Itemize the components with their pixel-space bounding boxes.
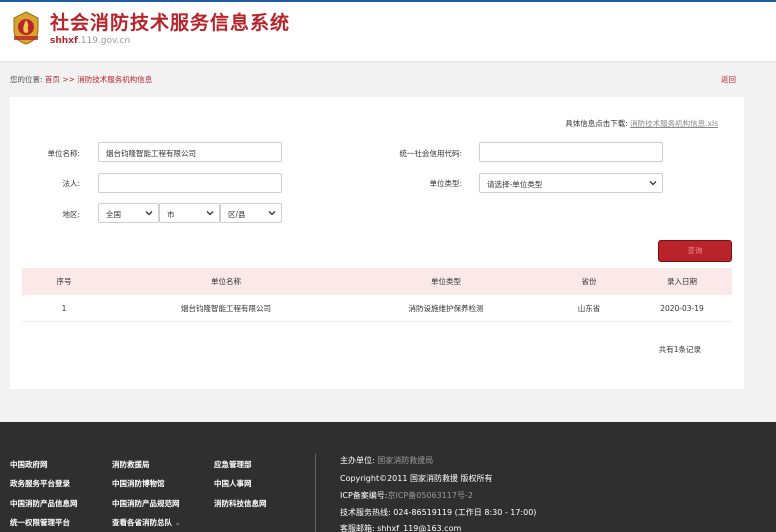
chevron-down-icon: ⌄ xyxy=(174,518,181,527)
unit-type-select[interactable]: 请选择-单位类型 xyxy=(479,173,663,193)
download-xls-link[interactable]: 消防技术服务机构信息.xls xyxy=(630,119,718,128)
breadcrumb-bar: 您的位置: 首页 >> 消防技术服务机构信息 返回 xyxy=(0,62,776,94)
chevron-down-icon xyxy=(649,181,657,186)
footer-icp: ICP备案编号:京ICP备05063117号-2 xyxy=(340,491,473,500)
unit-name-label: 单位名称: xyxy=(47,149,80,158)
cell-index: 1 xyxy=(61,304,67,313)
column-header-unit-type: 单位类型 xyxy=(431,277,461,286)
breadcrumb: 您的位置: 首页 >> 消防技术服务机构信息 xyxy=(10,74,152,85)
footer-copyright: Copyright©2011 国家消防救援 版权所有 xyxy=(340,474,493,483)
cell-entry-date: 2020-03-19 xyxy=(660,304,704,313)
query-button[interactable]: 查询 xyxy=(658,240,732,262)
region-city-value: 市 xyxy=(167,210,175,219)
footer-link-tech-info[interactable]: 消防科技信息网 xyxy=(214,498,267,509)
region-city-select[interactable]: 市 xyxy=(159,203,220,223)
unit-type-label: 单位类型: xyxy=(429,179,462,188)
download-line: 具体信息点击下载: 消防技术服务机构信息.xls xyxy=(565,118,718,129)
region-country-value: 全国 xyxy=(106,210,121,219)
region-label: 地区: xyxy=(62,210,80,219)
fire-emblem-icon xyxy=(13,11,39,45)
footer-link-personnel[interactable]: 中国人事网 xyxy=(214,478,252,489)
footer-link-emergency[interactable]: 应急管理部 xyxy=(214,459,252,470)
footer-link-museum[interactable]: 中国消防博物馆 xyxy=(112,478,165,489)
site-footer: 中国政府网 政务服务平台登录 中国消防产品信息网 统一权限管理平台 消防救援局 … xyxy=(0,422,776,532)
cell-unit-name[interactable]: 烟台钧隆智能工程有限公司 xyxy=(106,295,346,322)
footer-link-service-login[interactable]: 政务服务平台登录 xyxy=(10,478,70,489)
site-title: 社会消防技术服务信息系统 xyxy=(50,12,291,34)
back-link[interactable]: 返回 xyxy=(721,74,736,85)
cell-province: 山东省 xyxy=(577,304,601,313)
site-header: 社会消防技术服务信息系统 shhxf.119.gov.cn xyxy=(0,2,776,62)
column-header-entry-date: 录入日期 xyxy=(667,277,697,286)
footer-link-product-info[interactable]: 中国消防产品信息网 xyxy=(10,498,78,509)
table-row[interactable]: 1 烟台钧隆智能工程有限公司 消防设施维护保养检测 山东省 2020-03-19 xyxy=(22,295,732,322)
search-panel: 具体信息点击下载: 消防技术服务机构信息.xls 单位名称: 烟台钧隆智能工程有… xyxy=(10,97,744,389)
region-district-value: 区/县 xyxy=(228,210,246,219)
cell-unit-type: 消防设施维护保养检测 xyxy=(408,304,484,313)
region-district-select[interactable]: 区/县 xyxy=(220,203,282,223)
column-header-index: 序号 xyxy=(56,277,72,286)
download-label: 具体信息点击下载: xyxy=(565,119,628,128)
breadcrumb-current[interactable]: 消防技术服务机构信息 xyxy=(77,75,152,84)
legal-person-input[interactable] xyxy=(98,173,282,193)
unit-name-input[interactable]: 烟台钧隆智能工程有限公司 xyxy=(98,142,282,162)
breadcrumb-home-link[interactable]: 首页 xyxy=(45,75,60,84)
footer-link-auth-platform[interactable]: 统一权限管理平台 xyxy=(10,517,70,528)
results-table: 序号 单位名称 单位类型 省份 录入日期 1 烟台钧隆智能工程有限公司 消防设施… xyxy=(22,268,732,322)
legal-person-label: 法人: xyxy=(62,179,80,188)
table-header-row: 序号 单位名称 单位类型 省份 录入日期 xyxy=(22,268,732,295)
footer-link-provincial-teams[interactable]: 查看各省消防总队 ⌄ xyxy=(112,517,181,528)
credit-code-label: 统一社会信用代码: xyxy=(399,149,462,158)
footer-host: 主办单位: 国家消防救援局 xyxy=(340,456,434,465)
chevron-down-icon xyxy=(268,211,276,216)
footer-link-gov[interactable]: 中国政府网 xyxy=(10,459,48,470)
column-header-province: 省份 xyxy=(581,277,597,286)
footer-email: 客服邮箱: shhxf_119@163.com xyxy=(340,524,462,532)
record-count: 共有1条记录 xyxy=(658,345,701,354)
footer-link-rescue-bureau[interactable]: 消防救援局 xyxy=(112,459,150,470)
breadcrumb-separator: >> xyxy=(62,75,75,84)
chevron-down-icon xyxy=(206,211,214,216)
footer-divider xyxy=(315,454,316,532)
breadcrumb-prefix: 您的位置: xyxy=(10,75,43,84)
column-header-unit-name: 单位名称 xyxy=(211,277,241,286)
region-country-select[interactable]: 全国 xyxy=(98,203,159,223)
site-domain: shhxf.119.gov.cn xyxy=(50,36,131,46)
chevron-down-icon xyxy=(145,211,153,216)
footer-link-product-standard[interactable]: 中国消防产品规范网 xyxy=(112,498,180,509)
credit-code-input[interactable] xyxy=(479,142,663,162)
footer-hotline: 技术服务热线: 024-86519119 (工作日 8:30 - 17:00) xyxy=(340,508,537,517)
unit-type-value: 请选择-单位类型 xyxy=(487,180,543,189)
